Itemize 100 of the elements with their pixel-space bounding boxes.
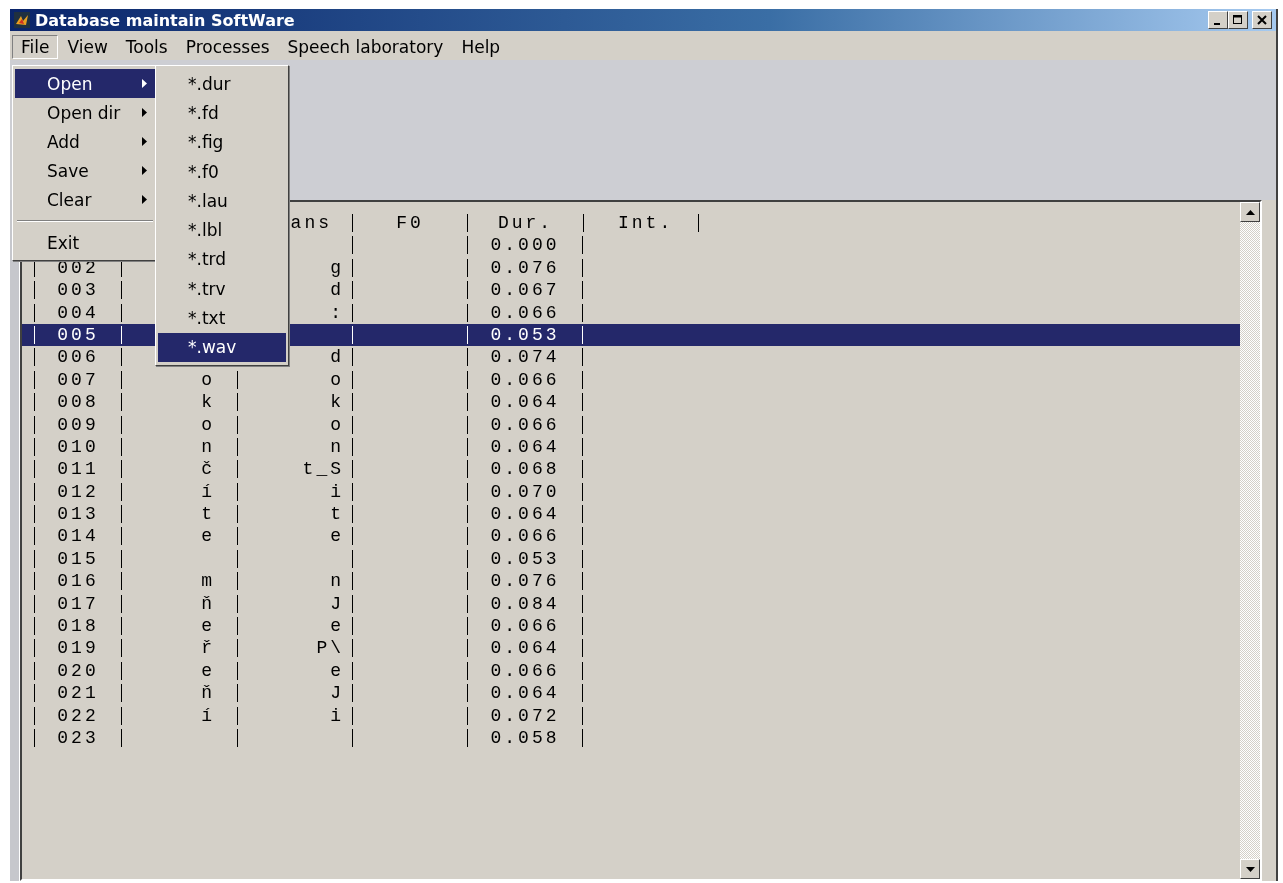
cell-text: 005 — [57, 325, 99, 344]
cell-text: 017 — [57, 594, 99, 613]
column-header: Dur. — [497, 214, 554, 232]
cell-text: n — [201, 437, 215, 456]
cell-text: 0.066 — [490, 415, 560, 434]
cell-text: ň — [201, 684, 215, 703]
cell-text: 0.067 — [490, 281, 560, 300]
cell-text: 021 — [57, 684, 99, 703]
cell-text: 0.070 — [490, 482, 560, 501]
cell-text: 0.064 — [490, 505, 560, 524]
cell-text: 020 — [57, 661, 99, 680]
menu-item[interactable]: Help — [452, 35, 510, 59]
column-header: ans — [290, 214, 332, 232]
cell-text: 023 — [57, 729, 99, 747]
cell-text: 0.076 — [490, 572, 560, 591]
menu-item[interactable]: Clear — [15, 185, 155, 214]
menu-item[interactable]: Processes — [176, 35, 279, 59]
menu-item[interactable]: Add — [15, 127, 155, 156]
cell-text: i — [330, 706, 344, 725]
scroll-up-button[interactable] — [1240, 202, 1260, 222]
cell-text: m — [201, 572, 215, 591]
menu-item[interactable]: *.lbl — [158, 215, 286, 245]
cell-text: 008 — [57, 393, 99, 412]
up-arrow-icon — [1245, 209, 1255, 215]
cell-text: i — [330, 482, 344, 501]
close-button[interactable] — [1252, 11, 1272, 29]
cell-text: 007 — [57, 370, 99, 389]
menu-item[interactable]: *.f0 — [158, 156, 286, 187]
maximize-icon — [1233, 15, 1243, 25]
cell-text: 0.066 — [490, 661, 560, 680]
maximize-button[interactable] — [1228, 11, 1248, 29]
submenu-arrow-icon — [142, 108, 147, 117]
cell-text: 0.076 — [490, 258, 560, 277]
cell-text: 0.064 — [490, 437, 560, 456]
cell-text: o — [201, 370, 215, 389]
cell-text: o — [201, 415, 215, 434]
submenu-arrow-icon — [142, 137, 147, 146]
cell-text: 013 — [57, 505, 99, 524]
minimize-icon — [1213, 22, 1220, 25]
cell-text: e — [201, 661, 215, 680]
cell-text: t — [330, 505, 344, 524]
cell-text: d — [330, 281, 344, 300]
menu-item[interactable]: Speech laboratory — [278, 35, 453, 59]
cell-text: J — [330, 684, 344, 703]
cell-text: e — [330, 661, 344, 680]
cell-text: J — [330, 594, 344, 613]
cell-text: 003 — [57, 281, 99, 300]
cell-text: 0.066 — [490, 303, 560, 322]
cell-text: 009 — [57, 415, 99, 434]
cell-text: k — [330, 393, 344, 412]
submenu-arrow-icon — [142, 195, 147, 204]
menu-item[interactable]: Open dir — [15, 98, 155, 127]
menu-item[interactable]: Save — [15, 156, 155, 185]
cell-text: 015 — [57, 549, 99, 568]
cell-text: 0.066 — [490, 527, 560, 546]
cell-text: 0.066 — [490, 617, 560, 636]
cell-text: ň — [201, 594, 215, 613]
column-header: Int. — [618, 214, 674, 232]
cell-text: 0.064 — [490, 684, 560, 703]
cell-text: d — [330, 348, 344, 367]
cell-text: 004 — [57, 303, 99, 322]
menu-item[interactable]: *.trv — [158, 274, 286, 304]
menu-item[interactable]: Tools — [116, 35, 177, 59]
menu-item[interactable]: *.trd — [158, 244, 286, 275]
menu-item[interactable]: View — [58, 35, 117, 59]
menu-item[interactable]: Exit — [15, 228, 155, 257]
cell-text: 012 — [57, 482, 99, 501]
cell-text: e — [201, 617, 215, 636]
cell-text: 014 — [57, 527, 99, 546]
cell-text: e — [330, 617, 344, 636]
cell-text: 0.058 — [490, 729, 560, 747]
scroll-down-button[interactable] — [1240, 859, 1260, 879]
menu-item[interactable]: *.dur — [158, 69, 286, 99]
menu-item[interactable]: *.wav — [158, 332, 286, 362]
cell-text: 018 — [57, 617, 99, 636]
menu-item[interactable]: *.lau — [158, 186, 286, 216]
cell-text: 0.064 — [490, 393, 560, 412]
menu-item[interactable]: Open — [15, 69, 155, 98]
cell-text: 0.066 — [490, 370, 560, 389]
cell-text: 006 — [57, 348, 99, 367]
minimize-button[interactable] — [1208, 11, 1228, 29]
cell-text: n — [330, 437, 344, 456]
cell-text: 019 — [57, 639, 99, 658]
cell-text: 0.068 — [490, 460, 560, 479]
cell-text: 0.084 — [490, 594, 560, 613]
menu-item[interactable]: *.fd — [158, 98, 286, 128]
close-icon — [1257, 15, 1267, 25]
cell-text: ř — [201, 639, 215, 658]
cell-text: o — [330, 370, 344, 389]
cell-text: k — [201, 393, 215, 412]
cell-text: : — [330, 303, 344, 322]
cell-text: 011 — [57, 460, 99, 479]
menu-item[interactable]: *.fig — [158, 127, 286, 157]
submenu-arrow-icon — [142, 79, 147, 88]
cell-text: 0.064 — [490, 639, 560, 658]
cell-text: 022 — [57, 706, 99, 725]
cell-text: 010 — [57, 437, 99, 456]
down-arrow-icon — [1245, 866, 1255, 872]
cell-text: e — [201, 527, 215, 546]
menu-item[interactable]: File — [12, 35, 59, 59]
